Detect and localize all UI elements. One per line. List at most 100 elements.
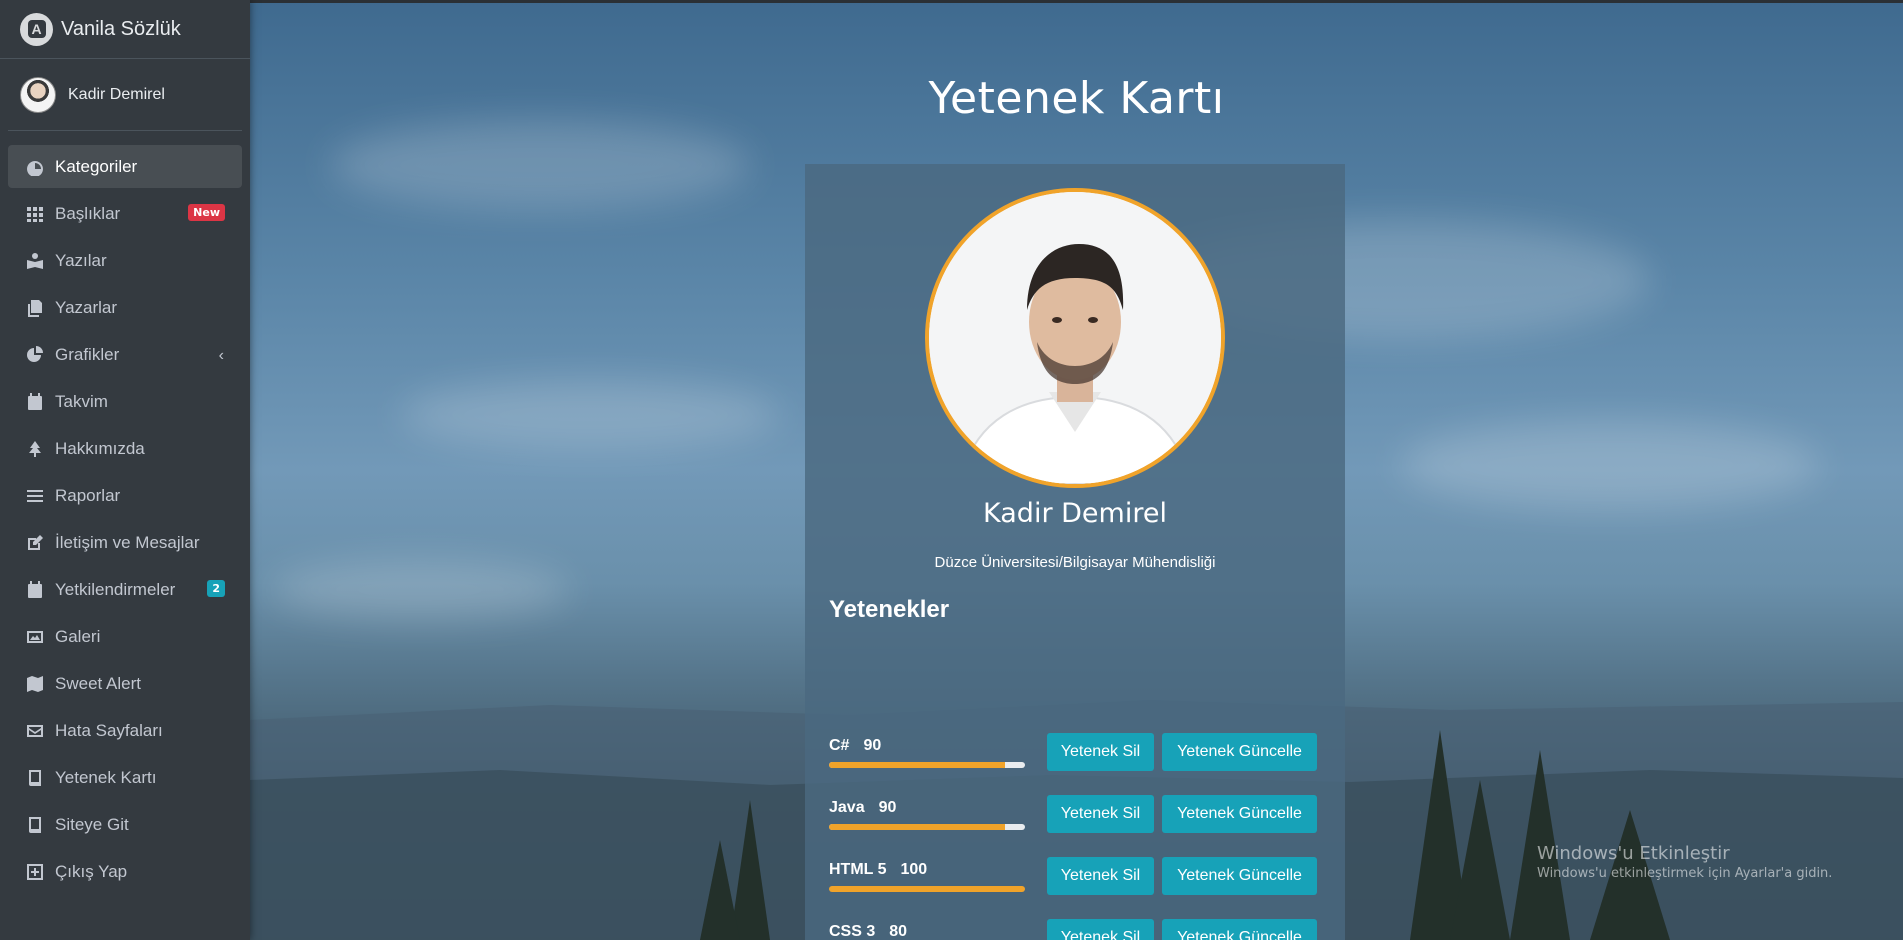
brand-title: Vanila Sözlük	[61, 17, 181, 40]
sidebar-item-label: Yazılar	[55, 250, 107, 270]
envelope-icon	[25, 721, 45, 741]
update-skill-button[interactable]: Yetenek Güncelle	[1162, 857, 1317, 895]
skill-card: Kadir Demirel Düzce Üniversitesi/Bilgisa…	[805, 164, 1345, 940]
sidebar-item-label: Yetenek Kartı	[55, 767, 157, 787]
sidebar-item[interactable]: Çıkış Yap	[8, 850, 242, 893]
sidebar-item-label: Kategoriler	[55, 156, 138, 176]
sidebar-item[interactable]: Başlıklar New	[8, 192, 242, 235]
skill-name: CSS 3	[829, 923, 876, 940]
sidebar-item[interactable]: Yazarlar	[8, 286, 242, 329]
sidebar-item-label: Raporlar	[55, 485, 121, 505]
skill-progress-bar	[829, 824, 1025, 830]
skill-row: Java 90 Yetenek Sil Yetenek Güncelle	[829, 795, 1325, 859]
delete-skill-button[interactable]: Yetenek Sil	[1047, 733, 1154, 771]
tree-icon	[25, 439, 45, 459]
brand-logo: A	[20, 12, 53, 46]
sidebar-item-label: Sweet Alert	[55, 673, 141, 693]
sidebar-item[interactable]: Galeri	[8, 615, 242, 658]
edit-icon	[25, 533, 45, 553]
skill-progress-fill	[829, 762, 1006, 768]
update-skill-button[interactable]: Yetenek Güncelle	[1162, 795, 1317, 833]
sidebar-item-label: Grafikler	[55, 344, 120, 364]
sidebar-item-label: Galeri	[55, 626, 101, 646]
skill-row: C# 90 Yetenek Sil Yetenek Güncelle	[829, 733, 1325, 797]
sidebar-item-label: Hata Sayfaları	[55, 720, 163, 740]
sidebar-item[interactable]: Yetenek Kartı	[8, 756, 242, 799]
profile-photo-illustration	[929, 192, 1221, 484]
skill-row: CSS 3 80 Yetenek Sil Yetenek Güncelle	[829, 919, 1325, 940]
sidebar-item[interactable]: Raporlar	[8, 474, 242, 517]
profile-photo	[925, 188, 1225, 488]
pie-chart-icon	[25, 345, 45, 365]
sidebar-item[interactable]: Yazılar	[8, 239, 242, 282]
skill-progress-fill	[829, 824, 1006, 830]
calendar-grid-icon	[25, 580, 45, 600]
cloud	[1400, 420, 1820, 510]
sidebar-nav: Kategoriler Başlıklar New Yazılar Yazarlar Gr…	[0, 131, 250, 893]
cloud	[330, 120, 750, 210]
cloud	[400, 380, 780, 450]
book-icon	[25, 815, 45, 835]
user-name: Kadir Demirel	[68, 85, 165, 103]
sidebar-item-label: Hakkımızda	[55, 438, 145, 458]
sidebar-item[interactable]: Hakkımızda	[8, 427, 242, 470]
sidebar-item-label: Takvim	[55, 391, 108, 411]
main-content: Yetenek Kartı Kadir Demirel Düzce Üniver…	[250, 0, 1903, 940]
skills-heading: Yetenekler	[829, 596, 950, 623]
calendar-icon	[25, 392, 45, 412]
grid-icon	[25, 204, 45, 224]
profile-school: Düzce Üniversitesi/Bilgisayar Mühendisli…	[934, 554, 1216, 571]
image-icon	[25, 627, 45, 647]
brand-link[interactable]: A Vanila Sözlük	[0, 0, 250, 59]
sidebar: A Vanila Sözlük Kadir Demirel Kategorile…	[0, 0, 250, 940]
skill-label: C# 90	[829, 737, 881, 755]
delete-skill-button[interactable]: Yetenek Sil	[1047, 795, 1154, 833]
user-panel[interactable]: Kadir Demirel	[8, 59, 242, 131]
sidebar-item-label: Yazarlar	[55, 297, 118, 317]
skill-value: 90	[878, 799, 897, 816]
book-icon	[25, 768, 45, 788]
skill-progress-bar	[829, 762, 1025, 768]
skill-label: HTML 5 100	[829, 861, 927, 879]
skill-name: C#	[829, 737, 850, 754]
skill-row: HTML 5 100 Yetenek Sil Yetenek Güncelle	[829, 857, 1325, 921]
sidebar-badge: New	[188, 204, 225, 221]
sidebar-item[interactable]: Sweet Alert	[8, 662, 242, 705]
sidebar-item[interactable]: Hata Sayfaları	[8, 709, 242, 752]
sidebar-item[interactable]: İletişim ve Mesajlar	[8, 521, 242, 564]
skill-label: Java 90	[829, 799, 896, 817]
skill-name: Java	[829, 799, 865, 816]
watermark-subtitle: Windows'u etkinleştirmek için Ayarlar'a …	[1537, 866, 1833, 881]
sidebar-item[interactable]: Siteye Git	[8, 803, 242, 846]
copy-icon	[25, 298, 45, 318]
sidebar-item-label: Başlıklar	[55, 203, 121, 223]
skill-progress-fill	[829, 886, 1025, 892]
skill-value: 90	[863, 737, 882, 754]
user-avatar	[20, 76, 56, 113]
sidebar-item[interactable]: Yetkilendirmeler 2	[8, 568, 242, 611]
sidebar-item[interactable]: Kategoriler	[8, 145, 242, 188]
delete-skill-button[interactable]: Yetenek Sil	[1047, 857, 1154, 895]
book-reader-icon	[25, 251, 45, 271]
profile-name: Kadir Demirel	[983, 498, 1167, 529]
sidebar-item[interactable]: Grafikler ‹	[8, 333, 242, 376]
sidebar-item-label: Siteye Git	[55, 814, 129, 834]
update-skill-button[interactable]: Yetenek Güncelle	[1162, 733, 1317, 771]
skill-name: HTML 5	[829, 861, 887, 878]
sidebar-item[interactable]: Takvim	[8, 380, 242, 423]
skill-value: 100	[900, 861, 928, 878]
page-title: Yetenek Kartı	[928, 73, 1225, 125]
watermark-title: Windows'u Etkinleştir	[1537, 843, 1730, 864]
dashboard-icon	[25, 157, 45, 177]
chevron-left-icon[interactable]: ‹	[219, 347, 224, 365]
list-icon	[25, 486, 45, 506]
sidebar-badge: 2	[207, 580, 225, 597]
windows-activation-watermark: Windows'u Etkinleştir Windows'u etkinleş…	[1537, 843, 1832, 881]
plus-square-icon	[25, 862, 45, 882]
top-border	[250, 0, 1903, 3]
delete-skill-button[interactable]: Yetenek Sil	[1047, 919, 1154, 940]
skill-value: 80	[889, 923, 908, 940]
skill-progress-bar	[829, 886, 1025, 892]
update-skill-button[interactable]: Yetenek Güncelle	[1162, 919, 1317, 940]
sidebar-item-label: Çıkış Yap	[55, 861, 128, 881]
